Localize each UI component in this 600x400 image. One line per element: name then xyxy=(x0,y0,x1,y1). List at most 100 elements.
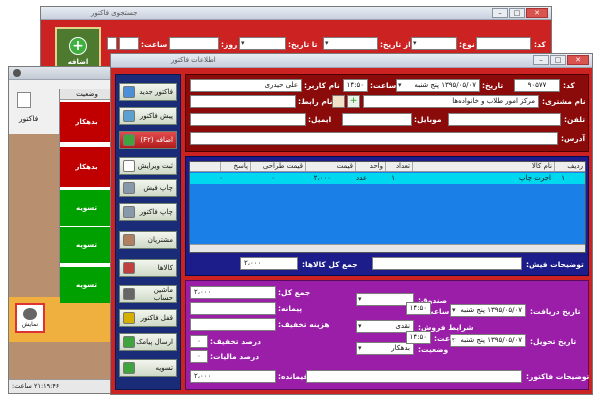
contact-name-input[interactable] xyxy=(190,95,296,108)
customer-add-icon[interactable]: + xyxy=(347,95,360,108)
sum-label: جمع کل: xyxy=(278,288,311,297)
receipt-notes-label: توضیحات فیش: xyxy=(526,260,584,269)
sidebar-button-icon xyxy=(123,110,135,122)
sum-value: ۲،۰۰۰ xyxy=(190,286,276,299)
maximize-icon[interactable]: □ xyxy=(550,55,566,65)
sidebar-button-label: ارسال پیامک xyxy=(136,338,173,346)
day-label: روز: xyxy=(221,40,238,49)
tax-pct-input[interactable]: ۰ xyxy=(190,350,208,363)
discount-cost-label: هزینه تخفیف: xyxy=(278,320,330,329)
status-column-header: وضعیت xyxy=(60,89,114,100)
sidebar-button-8[interactable]: ماشین حساب xyxy=(119,285,177,303)
discount-cost-input[interactable] xyxy=(190,318,276,331)
mobile-input[interactable] xyxy=(342,113,412,126)
list-item[interactable]: بدهکار xyxy=(60,147,113,187)
sidebar-button-3[interactable]: ثبت ویرایش xyxy=(119,157,177,175)
sidebar-button-icon xyxy=(123,262,135,274)
day-input[interactable] xyxy=(169,37,219,50)
sidebar-button-icon xyxy=(123,362,135,374)
sidebar-button-label: فاکتور جدید xyxy=(139,88,173,96)
search-window-titlebar: جستجوی فاکتور – □ ✕ xyxy=(41,7,551,20)
sidebar-button-1[interactable]: پیش فاکتور xyxy=(119,107,177,125)
receive-date-picker[interactable]: ۱۳۹۵/۰۵/۰۷ پنج شنبه xyxy=(450,304,526,317)
invoice-date-picker[interactable]: ۱۳۹۵/۰۵/۰۷ پنج شنبه xyxy=(396,79,480,92)
minimize-icon[interactable]: – xyxy=(533,55,549,65)
customer-person-icon[interactable] xyxy=(332,95,345,108)
sidebar-button-11[interactable]: تسویه xyxy=(119,359,177,377)
from-date-picker[interactable] xyxy=(323,37,378,50)
contact-label: نام رابط: xyxy=(298,97,333,106)
minimize-icon[interactable]: – xyxy=(492,8,508,18)
invoice-icon[interactable] xyxy=(17,92,31,108)
sidebar-button-4[interactable]: چاپ فیش xyxy=(119,179,177,197)
search-time-label: ساعت: xyxy=(141,40,168,49)
status-time-label: ساعت: xyxy=(12,382,32,390)
sidebar-button-icon xyxy=(123,234,135,246)
list-item[interactable]: تسویه xyxy=(60,267,113,303)
customer-name-input[interactable]: مرکز امور طلاب و خانواده‌ها xyxy=(363,95,539,108)
list-item[interactable]: بدهکار xyxy=(60,102,113,142)
sidebar-button-2[interactable]: اضافه (F۲) xyxy=(119,131,177,149)
email-input[interactable] xyxy=(190,113,306,126)
sidebar-button-7[interactable]: کالاها xyxy=(119,259,177,277)
address-label: آدرس: xyxy=(561,134,586,143)
invoice-notes-input[interactable] xyxy=(306,370,522,383)
grid-scrollbar[interactable] xyxy=(190,244,585,252)
invoice-code-input[interactable]: ۹۰۵۷۷ xyxy=(514,79,560,92)
delivery-time-label: ساعت: xyxy=(434,334,461,343)
invoice-time-input[interactable]: ۱۴:۵۰ xyxy=(343,79,368,92)
list-item[interactable]: تسویه xyxy=(60,190,113,226)
code-label: کد: xyxy=(563,81,575,90)
sidebar-button-label: چاپ فاکتور xyxy=(139,208,173,216)
sidebar-button-label: چاپ فیش xyxy=(143,184,173,192)
phone-input[interactable] xyxy=(448,113,561,126)
row-item-name: اجرت چاپ xyxy=(519,174,551,182)
close-icon[interactable]: ✕ xyxy=(567,55,589,65)
items-panel: ردیف نام کالا تعداد واحد قیمت قیمت طراحی… xyxy=(185,156,589,276)
table-row[interactable]: ۱ اجرت چاپ ۱ عدد ۲،۰۰۰ ۰ ۰ xyxy=(190,173,585,184)
col-unit: واحد xyxy=(355,162,385,171)
sidebar-button-6[interactable]: مشتریان xyxy=(119,231,177,249)
search-add-label: اضافه xyxy=(67,58,89,66)
list-footer: نمایش xyxy=(9,297,113,342)
invoice-sidebar: فاکتور جدید پیش فاکتور اضافه (F۲) ثبت ویرای… xyxy=(115,74,181,390)
status-time-value: ۲۱:۱۹:۴۶ xyxy=(33,382,60,390)
search-time-input[interactable] xyxy=(119,37,139,50)
discount-pct-input[interactable]: ۰ xyxy=(190,335,208,348)
search-window-title: جستجوی فاکتور xyxy=(91,9,138,17)
sidebar-button-5[interactable]: چاپ فاکتور xyxy=(119,203,177,221)
type-select[interactable] xyxy=(411,37,457,50)
sidebar-button-icon xyxy=(123,86,135,98)
sidebar-button-9[interactable]: قفل فاکتور xyxy=(119,309,177,327)
sidebar-button-icon xyxy=(123,160,135,172)
close-icon[interactable]: ✕ xyxy=(526,8,548,18)
email-label: ایمیل: xyxy=(308,115,332,124)
sidebar-button-10[interactable]: ارسال پیامک xyxy=(119,333,177,351)
items-total-label: جمع کل کالاها: xyxy=(302,260,358,269)
sidebar-button-icon xyxy=(123,206,135,218)
sidebar-button-icon xyxy=(123,288,135,300)
show-icon xyxy=(23,308,37,320)
show-button[interactable]: نمایش xyxy=(15,303,45,333)
receive-time-box[interactable]: ۱۴:۵۰ xyxy=(406,302,431,315)
remaining-value: ۲،۰۰۰ xyxy=(190,370,276,383)
code-input[interactable] xyxy=(476,37,531,50)
user-name-input[interactable]: علی حیدری xyxy=(190,79,302,92)
delivery-date-picker[interactable]: ۱۳۹۵/۰۵/۰۷ پنج شنبه xyxy=(450,334,526,347)
advance-input[interactable] xyxy=(190,302,276,315)
sidebar-button-label: تسویه xyxy=(155,364,173,372)
row-unit: عدد xyxy=(356,174,367,182)
delivery-time-box[interactable]: ۱۴:۵۰ xyxy=(406,331,431,344)
address-input[interactable] xyxy=(190,132,558,145)
items-grid[interactable]: ردیف نام کالا تعداد واحد قیمت قیمت طراحی… xyxy=(189,161,586,253)
maximize-icon[interactable]: □ xyxy=(509,8,525,18)
list-toolbar-title: فاکتور xyxy=(19,114,39,123)
sidebar-button-0[interactable]: فاکتور جدید xyxy=(119,83,177,101)
search-extra-input[interactable] xyxy=(107,37,117,50)
row-qty: ۱ xyxy=(391,174,395,182)
list-item[interactable]: تسویه xyxy=(60,227,113,263)
to-date-picker[interactable] xyxy=(239,37,286,50)
invoice-window: اطلاعات فاکتور – □ ✕ فاکتور جدید پیش فاکتور… xyxy=(110,53,593,395)
receipt-notes-input[interactable] xyxy=(372,257,522,270)
user-label: نام کاربر: xyxy=(304,81,340,90)
